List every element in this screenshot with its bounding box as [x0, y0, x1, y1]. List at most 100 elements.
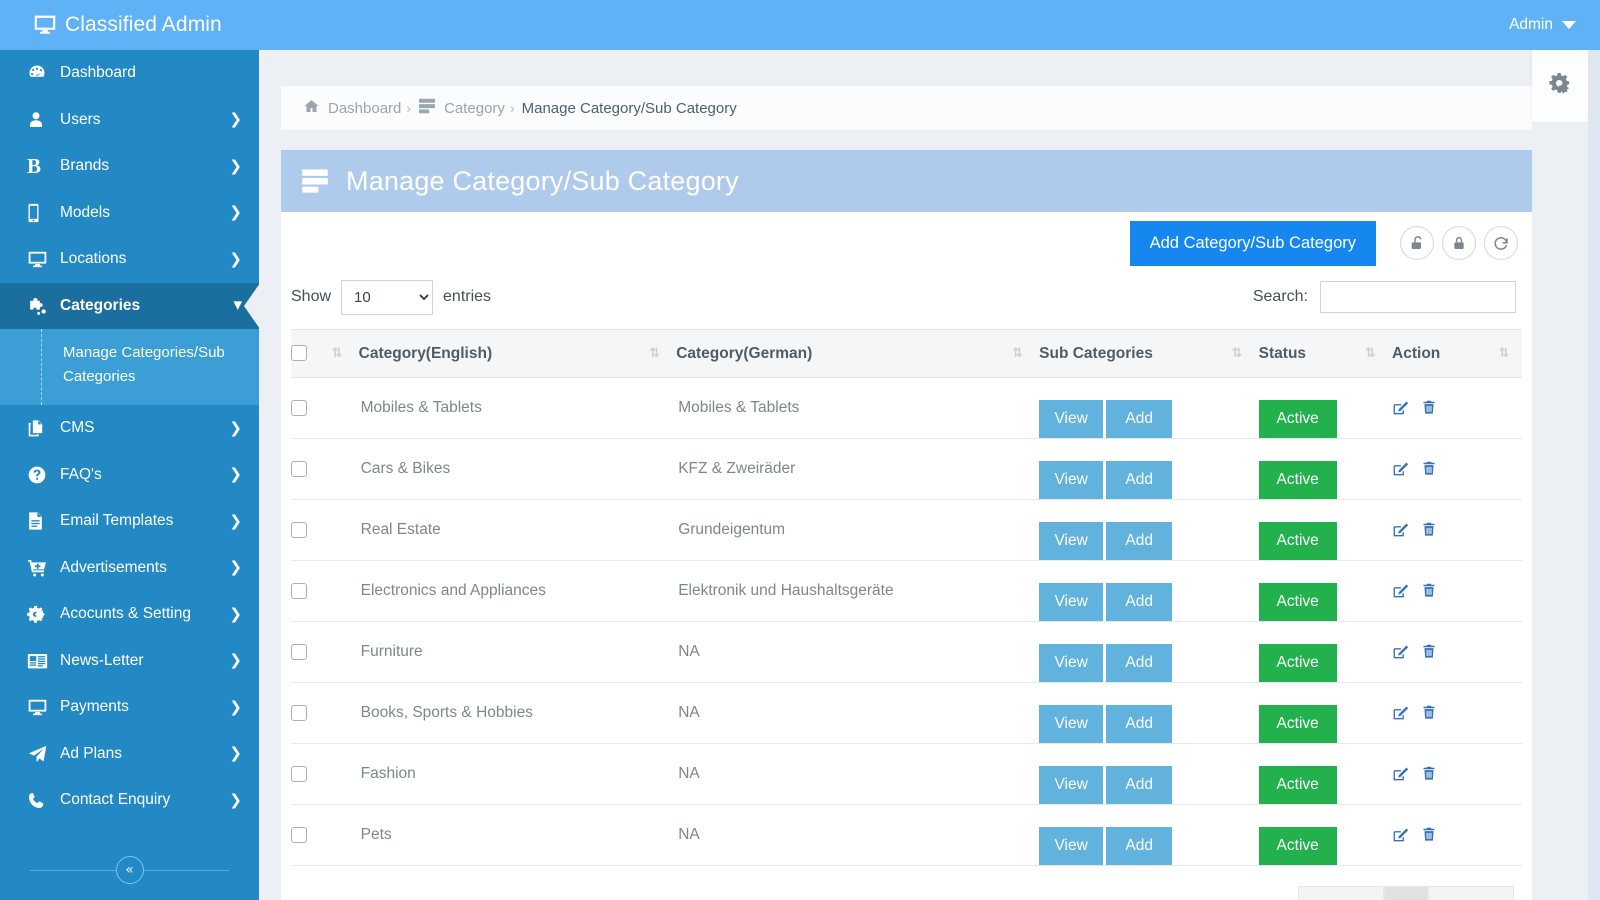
sort-icon-col-2[interactable]: ⇅: [1012, 329, 1040, 378]
add-subcategory-button[interactable]: Add: [1106, 766, 1173, 804]
breadcrumb-separator: ›: [509, 100, 515, 116]
sidebar-item-ad-plans[interactable]: Ad Plans ❯: [0, 731, 259, 778]
sidebar-item-locations[interactable]: Locations ❯: [0, 236, 259, 283]
status-badge[interactable]: Active: [1258, 400, 1337, 438]
add-category-button[interactable]: Add Category/Sub Category: [1129, 220, 1376, 266]
edit-icon[interactable]: [1392, 643, 1409, 660]
delete-icon[interactable]: [1421, 765, 1437, 782]
row-checkbox[interactable]: [291, 704, 307, 721]
edit-icon[interactable]: [1392, 582, 1409, 599]
brand-logo[interactable]: Classified Admin: [0, 0, 259, 50]
lock-icon[interactable]: [1442, 226, 1476, 260]
sidebar-item-cms[interactable]: CMS ❯: [0, 405, 259, 452]
status-badge[interactable]: Active: [1258, 583, 1337, 621]
status-badge[interactable]: Active: [1258, 766, 1337, 804]
breadcrumb-item-category[interactable]: Category: [418, 98, 505, 118]
sidebar-item-acocunts-setting[interactable]: Acocunts & Setting ❯: [0, 591, 259, 638]
status-badge[interactable]: Active: [1258, 827, 1337, 865]
user-menu[interactable]: Admin: [1509, 16, 1576, 34]
status-badge[interactable]: Active: [1258, 522, 1337, 560]
scrollbar-track[interactable]: [1588, 50, 1600, 900]
add-subcategory-button[interactable]: Add: [1106, 522, 1173, 560]
add-subcategory-button[interactable]: Add: [1106, 644, 1173, 682]
sidebar-item-brands[interactable]: B Brands ❯: [0, 143, 259, 190]
col-header-sub-categories[interactable]: Sub Categories: [1039, 329, 1232, 378]
spacer-cell: [331, 804, 359, 866]
view-subcategories-button[interactable]: View: [1039, 827, 1104, 865]
edit-icon[interactable]: [1392, 765, 1409, 782]
col-header-category-english[interactable]: Category(English): [358, 329, 650, 378]
sort-icon-col-0[interactable]: ⇅: [331, 329, 359, 378]
delete-icon[interactable]: [1421, 826, 1437, 843]
col-header-category-german[interactable]: Category(German): [676, 329, 1013, 378]
add-subcategory-button[interactable]: Add: [1106, 827, 1173, 865]
sort-icon-col-4[interactable]: ⇅: [1364, 329, 1393, 378]
sidebar-item-payments[interactable]: Payments ❯: [0, 684, 259, 731]
sidebar-item-dashboard[interactable]: Dashboard: [0, 50, 259, 97]
edit-icon[interactable]: [1392, 460, 1409, 477]
status-badge[interactable]: Active: [1258, 461, 1337, 499]
view-subcategories-button[interactable]: View: [1039, 705, 1104, 743]
sort-icon-col-1[interactable]: ⇅: [649, 329, 677, 378]
view-subcategories-button[interactable]: View: [1039, 400, 1104, 438]
view-subcategories-button[interactable]: View: [1039, 766, 1104, 804]
spacer-cell: [1498, 560, 1522, 622]
sidebar-item-faq-s[interactable]: FAQ's ❯: [0, 452, 259, 499]
status-badge[interactable]: Active: [1258, 705, 1337, 743]
sidebar-item-models[interactable]: Models ❯: [0, 190, 259, 237]
row-checkbox[interactable]: [291, 826, 307, 843]
add-subcategory-button[interactable]: Add: [1106, 583, 1173, 621]
row-checkbox[interactable]: [291, 399, 307, 416]
sidebar-item-email-templates[interactable]: Email Templates ❯: [0, 498, 259, 545]
edit-icon[interactable]: [1392, 399, 1409, 416]
search-input[interactable]: [1320, 281, 1516, 313]
delete-icon[interactable]: [1421, 521, 1437, 538]
unlock-icon[interactable]: [1400, 226, 1434, 260]
chevron-right-icon: ❯: [229, 418, 242, 437]
view-subcategories-button[interactable]: View: [1039, 644, 1104, 682]
edit-icon[interactable]: [1392, 826, 1409, 843]
table-row: Books, Sports & Hobbies NA View Add Active: [291, 682, 1522, 744]
pagination-page-1[interactable]: [1384, 886, 1428, 900]
status-badge[interactable]: Active: [1258, 644, 1337, 682]
add-subcategory-button[interactable]: Add: [1106, 461, 1173, 499]
sidebar-item-advertisements[interactable]: Advertisements ❯: [0, 545, 259, 592]
pagination-previous[interactable]: [1298, 886, 1384, 900]
row-checkbox[interactable]: [291, 765, 307, 782]
refresh-icon[interactable]: [1484, 226, 1518, 260]
edit-icon[interactable]: [1392, 704, 1409, 721]
view-subcategories-button[interactable]: View: [1039, 522, 1104, 560]
edit-icon[interactable]: [1392, 521, 1409, 538]
settings-panel-toggle[interactable]: [1532, 50, 1588, 122]
delete-icon[interactable]: [1421, 643, 1437, 660]
select-all-checkbox[interactable]: [291, 345, 307, 362]
sidebar-item-label: Locations: [60, 250, 127, 268]
delete-icon[interactable]: [1421, 399, 1437, 416]
delete-icon[interactable]: [1421, 704, 1437, 721]
sort-icon-col-5[interactable]: ⇅: [1498, 329, 1522, 378]
col-header-action[interactable]: Action: [1392, 329, 1499, 378]
sidebar-subitem-manage-categories[interactable]: Manage Categories/Sub Categories: [0, 335, 259, 395]
add-subcategory-button[interactable]: Add: [1106, 400, 1173, 438]
sidebar-item-news-letter[interactable]: News-Letter ❯: [0, 638, 259, 685]
top-bar: Classified Admin Admin: [0, 0, 1600, 50]
add-subcategory-button[interactable]: Add: [1106, 705, 1173, 743]
view-subcategories-button[interactable]: View: [1039, 461, 1104, 499]
sidebar-item-categories[interactable]: Categories ▾: [0, 282, 259, 329]
delete-icon[interactable]: [1421, 460, 1437, 477]
page-length-select[interactable]: 102550100: [341, 279, 434, 315]
table-header-row: ⇅ Category(English) ⇅ Category(German) ⇅…: [291, 329, 1522, 378]
row-checkbox[interactable]: [291, 582, 307, 599]
row-checkbox[interactable]: [291, 643, 307, 660]
row-checkbox[interactable]: [291, 521, 307, 538]
pagination-next[interactable]: [1428, 886, 1514, 900]
sidebar-collapse-button[interactable]: «: [115, 855, 144, 884]
row-checkbox[interactable]: [291, 460, 307, 477]
breadcrumb-item-dashboard[interactable]: Dashboard: [303, 98, 401, 118]
sidebar-item-users[interactable]: Users ❯: [0, 97, 259, 144]
sidebar-item-contact-enquiry[interactable]: Contact Enquiry ❯: [0, 777, 259, 824]
view-subcategories-button[interactable]: View: [1039, 583, 1104, 621]
sort-icon-col-3[interactable]: ⇅: [1231, 329, 1259, 378]
col-header-status[interactable]: Status: [1258, 329, 1365, 378]
delete-icon[interactable]: [1421, 582, 1437, 599]
